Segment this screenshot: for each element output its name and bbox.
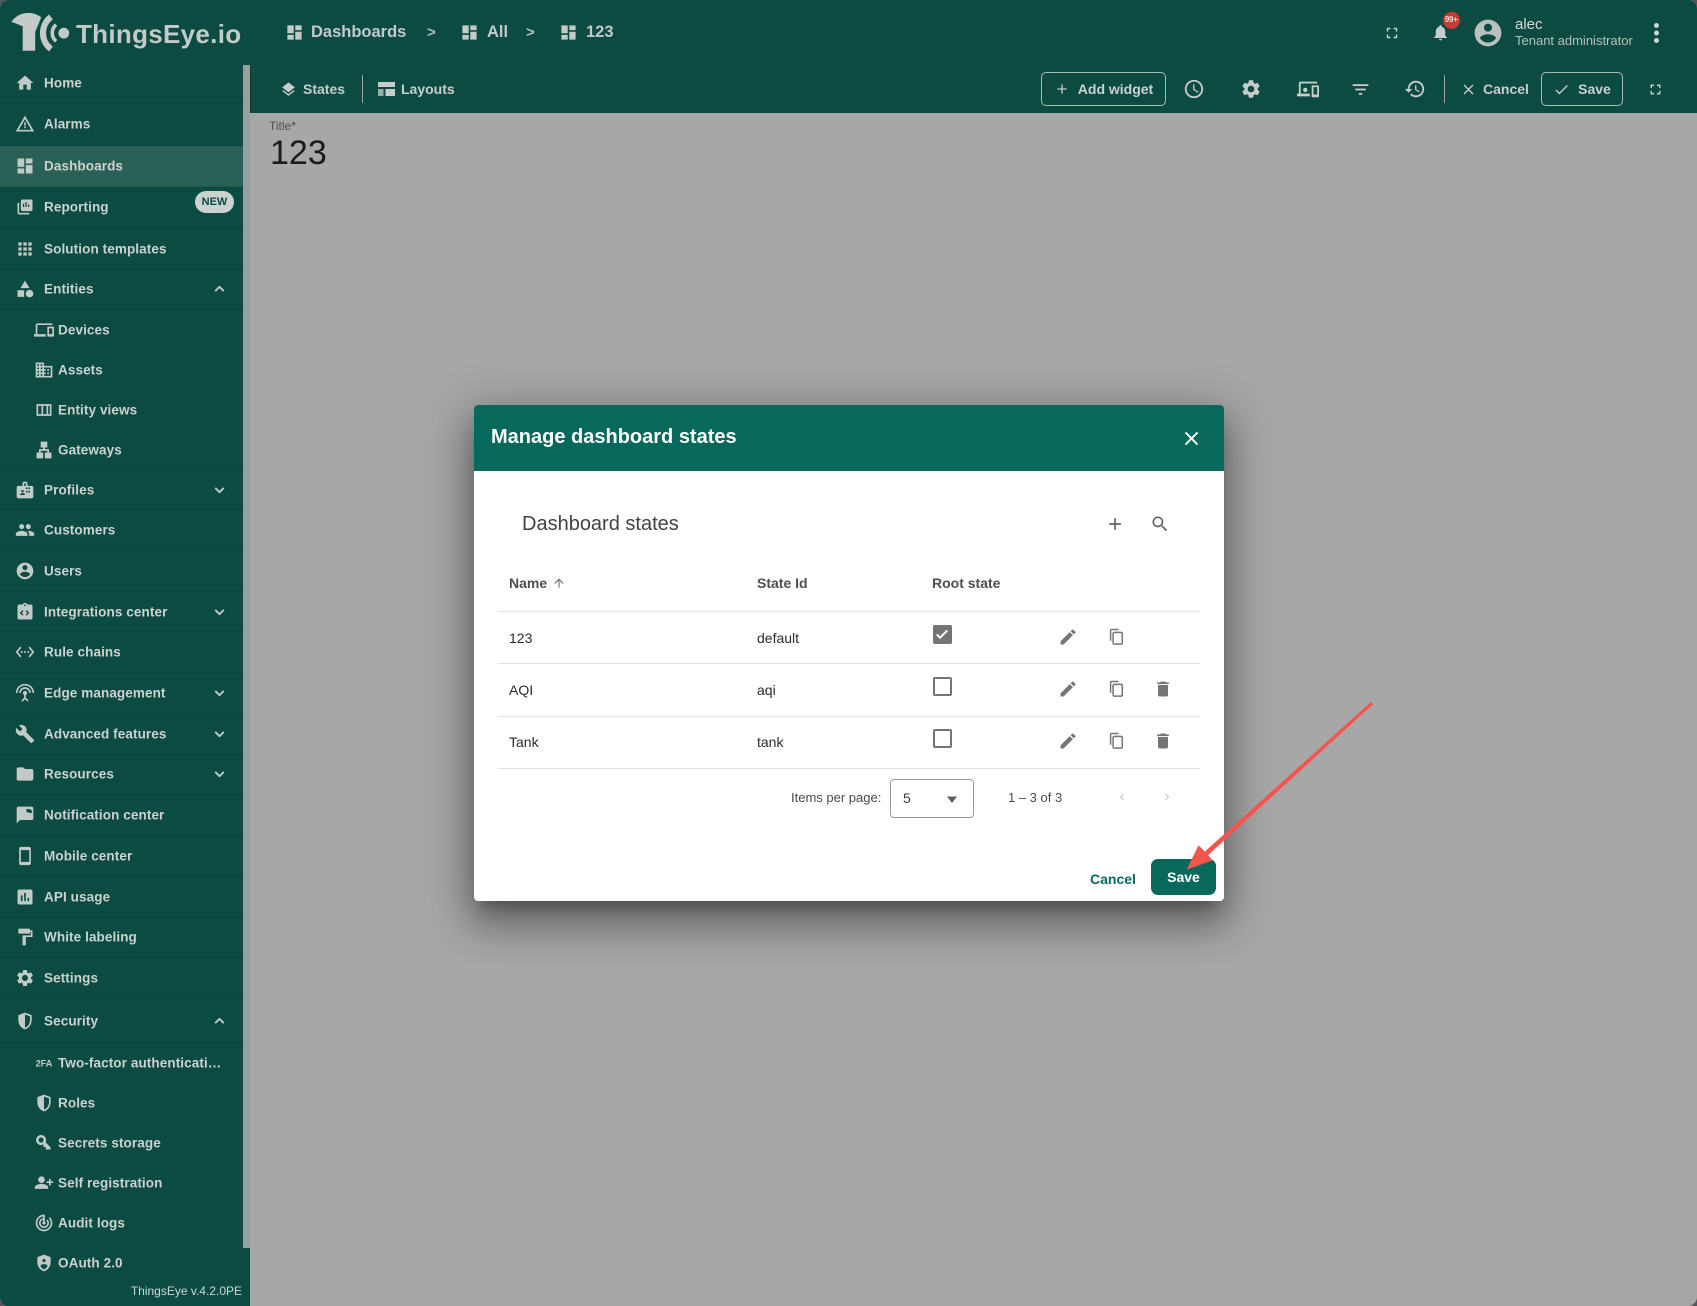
svg-text:2FA: 2FA bbox=[36, 1058, 53, 1068]
